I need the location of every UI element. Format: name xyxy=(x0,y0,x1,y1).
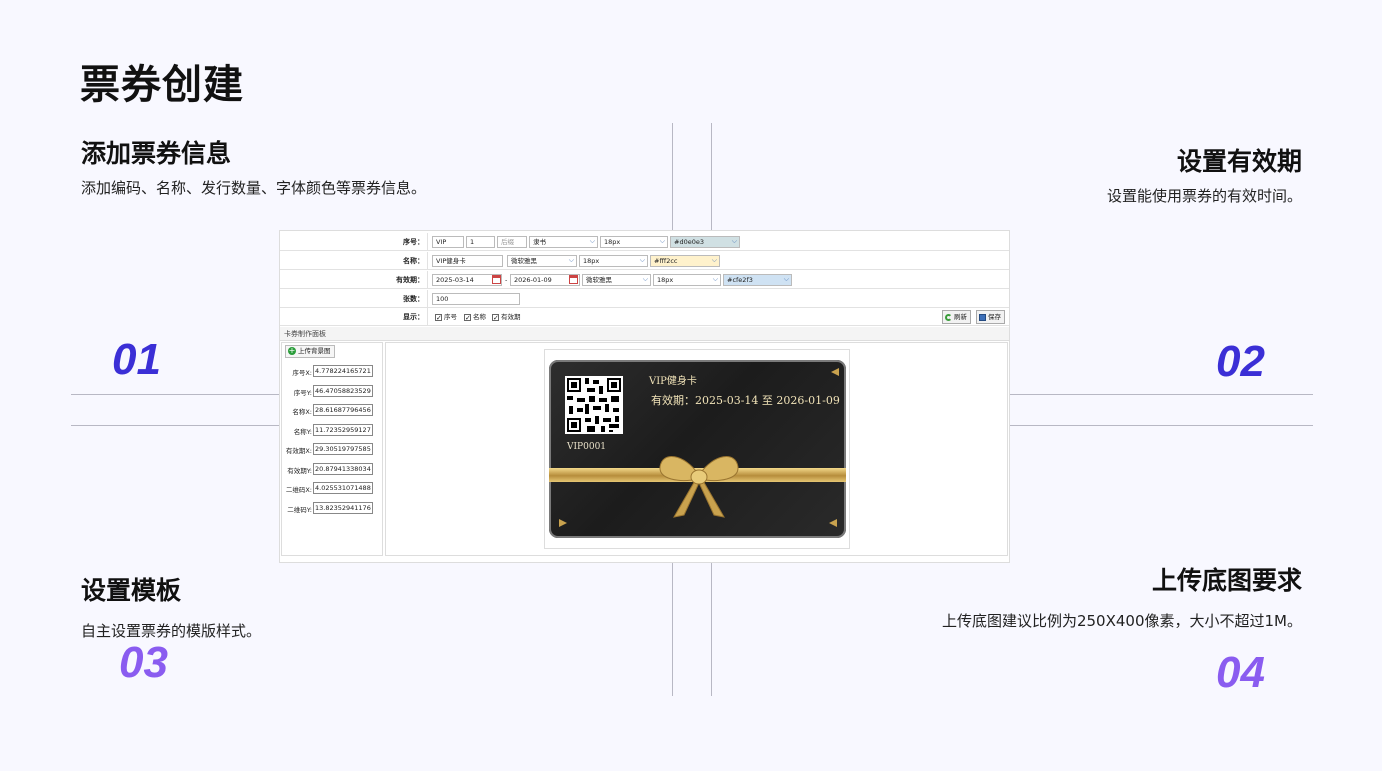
coord-row: 二维码X: 4.025531071488 xyxy=(282,482,382,495)
validity-font-select[interactable]: 微软雅黑 xyxy=(582,274,651,286)
section-04-desc: 上传底图建议比例为250X400像素，大小不超过1M。 xyxy=(941,612,1302,630)
calendar-icon[interactable] xyxy=(492,275,501,284)
coord-input[interactable]: 13.82352941176 xyxy=(313,502,373,514)
card-canvas: VIP健身卡 有效期：2025-03-14 至 2026-01-09 VIP00… xyxy=(385,342,1008,556)
refresh-button[interactable]: 刷新 xyxy=(942,310,971,324)
coord-input[interactable]: 20.87941338034 xyxy=(313,463,373,475)
coord-input[interactable]: 28.61687796456 xyxy=(313,404,373,416)
display-option-name[interactable]: ✓ 名称 xyxy=(464,313,486,321)
serial-row: 序号： VIP 1 后缀 隶书 18px #d0e0e3 xyxy=(280,233,1009,251)
coord-input[interactable]: 4.778224165721 xyxy=(313,365,373,377)
display-option-serial[interactable]: ✓ 序号 xyxy=(435,313,457,321)
serial-label: 序号： xyxy=(280,233,428,251)
coord-row: 有效期X: 29.30519797585 xyxy=(282,443,382,456)
name-row: 名称： VIP健身卡 微软雅黑 18px #fff2cc xyxy=(280,252,1009,270)
section-02-title: 设置有效期 xyxy=(1176,147,1302,176)
coord-input[interactable]: 11.72352959127 xyxy=(313,424,373,436)
qr-code-icon xyxy=(565,376,623,434)
name-input[interactable]: VIP健身卡 xyxy=(432,255,503,267)
count-row: 张数： 100 xyxy=(280,290,1009,308)
validity-separator: - xyxy=(505,276,508,284)
bow-icon xyxy=(659,456,739,518)
divider-horizontal-left-top xyxy=(71,394,279,395)
card-validity-text: 有效期：2025-03-14 至 2026-01-09 xyxy=(651,394,840,407)
section-03-title: 设置模板 xyxy=(81,576,182,605)
save-icon xyxy=(979,313,986,321)
count-label: 张数： xyxy=(280,290,428,308)
coord-row: 序号X: 4.778224165721 xyxy=(282,365,382,378)
name-label: 名称： xyxy=(280,252,428,270)
coord-row: 有效期Y: 20.87941338034 xyxy=(282,463,382,476)
validity-row: 有效期： 2025-03-14 - 2026-01-09 微软雅黑 18px #… xyxy=(280,271,1009,289)
coord-row: 名称X: 28.61687796456 xyxy=(282,404,382,417)
divider-vertical-top-left xyxy=(672,123,673,230)
count-input[interactable]: 100 xyxy=(432,293,520,305)
validity-color-picker[interactable]: #cfe2f3 xyxy=(723,274,792,286)
validity-size-select[interactable]: 18px xyxy=(653,274,721,286)
card-serial-text: VIP0001 xyxy=(567,442,607,452)
validity-label: 有效期： xyxy=(280,271,428,289)
corner-triangle-icon xyxy=(559,519,567,527)
corner-triangle-icon xyxy=(831,368,839,376)
save-button[interactable]: 保存 xyxy=(976,310,1005,324)
section-03-desc: 自主设置票券的模版样式。 xyxy=(81,622,262,640)
refresh-icon xyxy=(945,313,952,321)
section-01-number: 01 xyxy=(112,335,161,384)
corner-triangle-icon xyxy=(829,519,837,527)
coord-panel: + 上传背景图 序号X: 4.778224165721 序号Y: 46.4705882… xyxy=(281,342,383,556)
display-option-validity[interactable]: ✓ 有效期 xyxy=(492,313,521,321)
checkbox-checked-icon[interactable]: ✓ xyxy=(492,313,499,321)
card-frame: VIP健身卡 有效期：2025-03-14 至 2026-01-09 VIP00… xyxy=(544,349,850,549)
serial-suffix-input[interactable]: 后缀 xyxy=(497,236,527,248)
divider-vertical-bottom-left xyxy=(672,563,673,696)
serial-start-input[interactable]: 1 xyxy=(466,236,495,248)
checkbox-checked-icon[interactable]: ✓ xyxy=(464,313,471,321)
coord-row: 二维码Y: 13.82352941176 xyxy=(282,502,382,515)
name-size-select[interactable]: 18px xyxy=(579,255,648,267)
divider-horizontal-left-bottom xyxy=(71,425,279,426)
serial-color-picker[interactable]: #d0e0e3 xyxy=(670,236,740,248)
section-02-number: 02 xyxy=(1216,337,1265,386)
coord-input[interactable]: 4.025531071488 xyxy=(313,482,373,494)
section-04-title: 上传底图要求 xyxy=(1151,566,1302,595)
section-01-desc: 添加编码、名称、发行数量、字体颜色等票券信息。 xyxy=(81,179,427,197)
coord-row: 序号Y: 46.47058823529 xyxy=(282,385,382,398)
display-row: 显示： ✓ 序号 ✓ 名称 ✓ 有效期 刷新 保存 xyxy=(280,308,1009,326)
serial-font-select[interactable]: 隶书 xyxy=(529,236,598,248)
divider-horizontal-right-bottom xyxy=(1010,425,1313,426)
page-title: 票券创建 xyxy=(80,62,244,108)
section-04-number: 04 xyxy=(1216,648,1265,697)
coord-input[interactable]: 29.30519797585 xyxy=(313,443,373,455)
serial-prefix-input[interactable]: VIP xyxy=(432,236,464,248)
upload-background-button[interactable]: + 上传背景图 xyxy=(285,345,335,358)
plus-icon: + xyxy=(288,346,296,355)
divider-vertical-top-right xyxy=(711,123,712,230)
display-label: 显示： xyxy=(280,308,428,326)
calendar-icon[interactable] xyxy=(569,275,578,284)
name-color-picker[interactable]: #fff2cc xyxy=(650,255,720,267)
name-font-select[interactable]: 微软雅黑 xyxy=(507,255,577,267)
checkbox-checked-icon[interactable]: ✓ xyxy=(435,313,442,321)
coord-row: 名称Y: 11.72352959127 xyxy=(282,424,382,437)
ticket-editor-screenshot: 序号： VIP 1 后缀 隶书 18px #d0e0e3 名称： VIP健身卡 … xyxy=(279,230,1010,563)
section-02-desc: 设置能使用票券的有效时间。 xyxy=(1106,187,1302,205)
card-name-text: VIP健身卡 xyxy=(649,376,697,387)
divider-vertical-bottom-right xyxy=(711,563,712,696)
panel-header: 卡券制作面板 xyxy=(280,327,1009,341)
section-03-number: 03 xyxy=(119,638,168,687)
coord-input[interactable]: 46.47058823529 xyxy=(313,385,373,397)
divider-horizontal-right-top xyxy=(1010,394,1313,395)
card-preview[interactable]: VIP健身卡 有效期：2025-03-14 至 2026-01-09 VIP00… xyxy=(549,360,846,538)
section-01-title: 添加票券信息 xyxy=(81,139,232,168)
serial-size-select[interactable]: 18px xyxy=(600,236,668,248)
